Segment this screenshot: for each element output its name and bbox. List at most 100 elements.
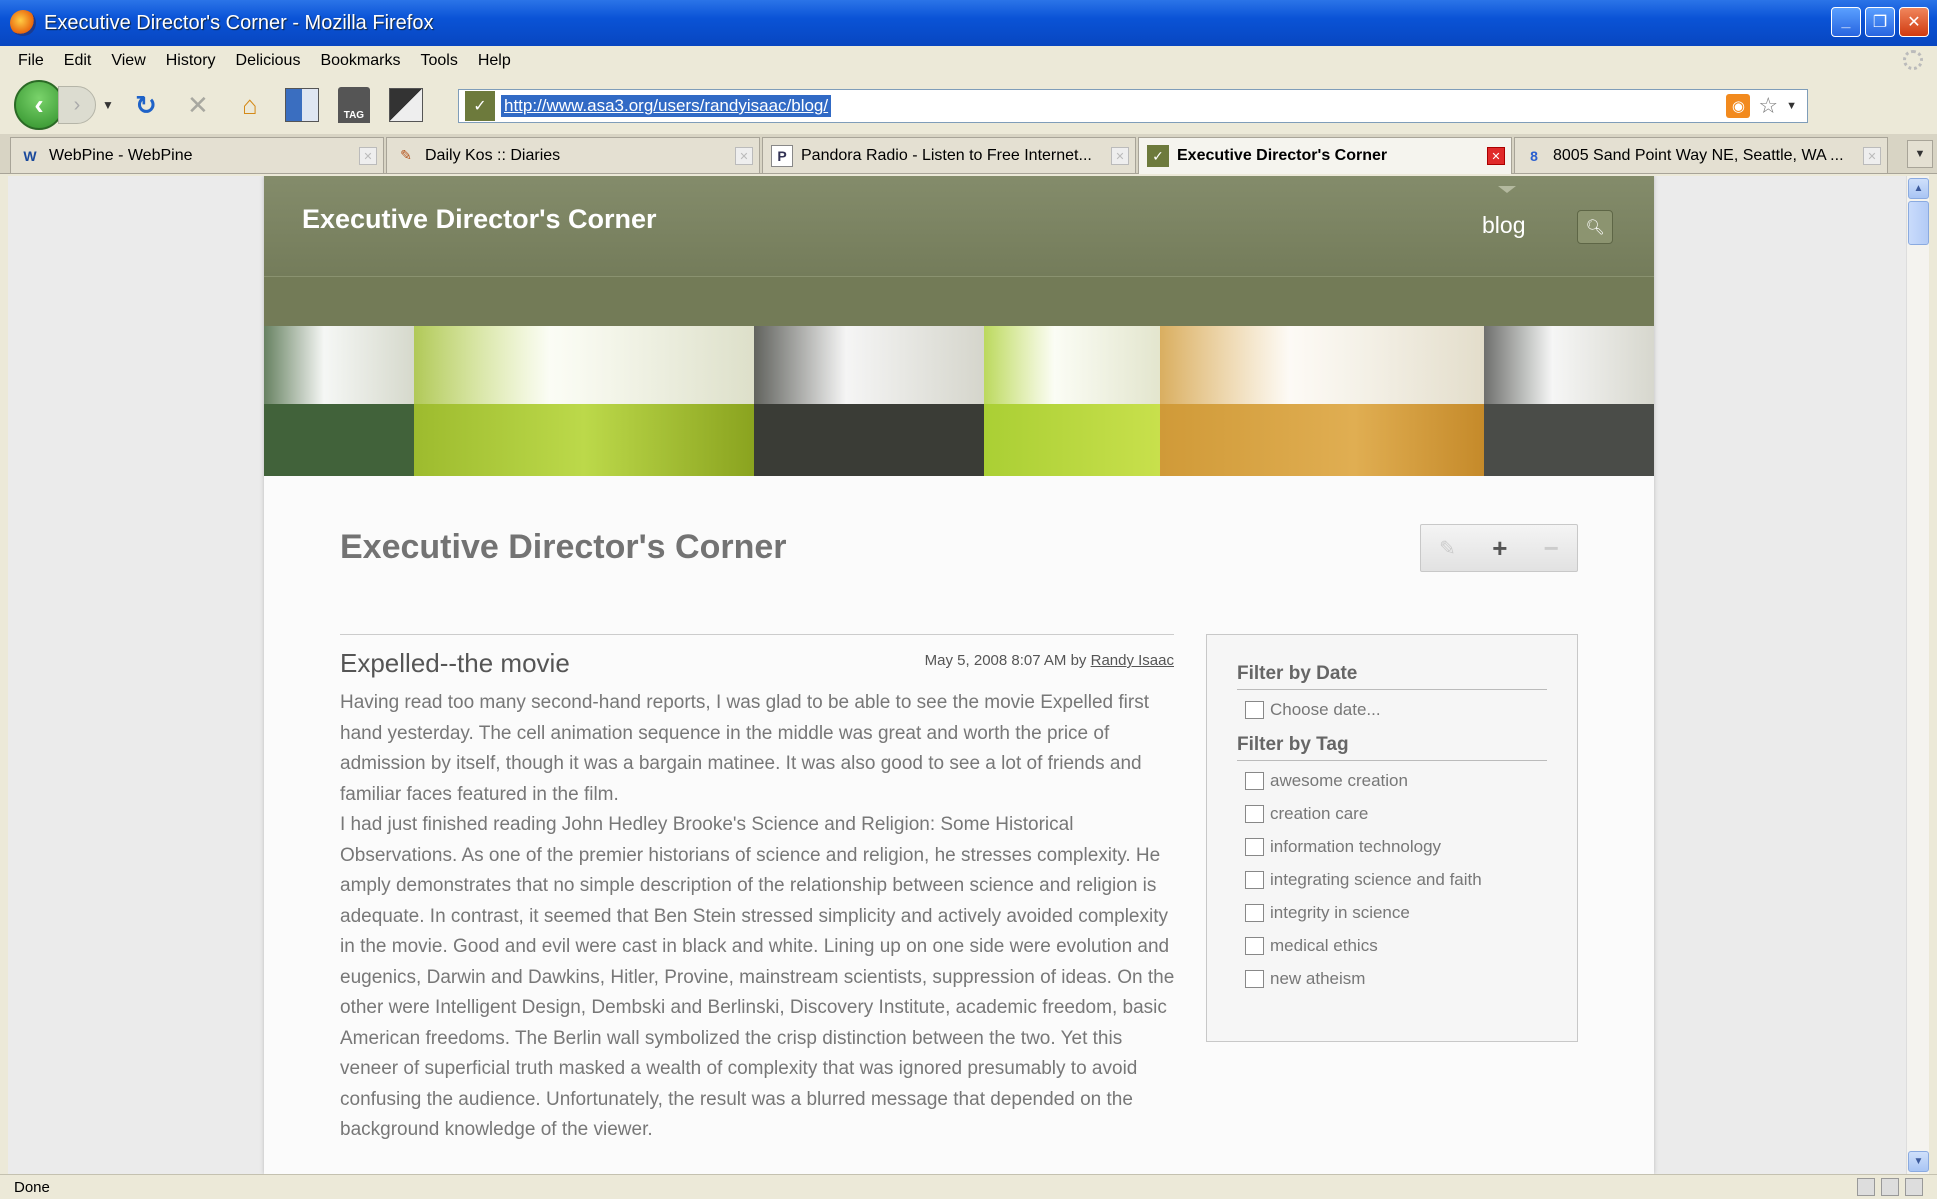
menu-view[interactable]: View: [103, 50, 153, 72]
tab-label: 8005 Sand Point Way NE, Seattle, WA ...: [1553, 146, 1844, 164]
checkbox[interactable]: [1245, 904, 1264, 922]
menu-help[interactable]: Help: [470, 50, 519, 72]
status-addon-icon[interactable]: [1881, 1178, 1899, 1196]
tag-option[interactable]: medical ethics: [1245, 936, 1547, 956]
reload-icon[interactable]: ↻: [127, 86, 165, 124]
all-tabs-dropdown-icon[interactable]: ▼: [1907, 140, 1933, 168]
tab-sand-point-way[interactable]: 8 8005 Sand Point Way NE, Seattle, WA ..…: [1514, 137, 1888, 173]
checkbox[interactable]: [1245, 838, 1264, 856]
vertical-scrollbar[interactable]: ▲ ▼: [1906, 176, 1929, 1174]
tab-executive-directors-corner[interactable]: ✓ Executive Director's Corner ✕: [1138, 137, 1512, 174]
filter-sidebar: Filter by Date Choose date... Filter by …: [1206, 634, 1578, 1042]
tab-pandora[interactable]: P Pandora Radio - Listen to Free Interne…: [762, 137, 1136, 173]
minimize-button[interactable]: _: [1831, 7, 1861, 37]
post-author-link[interactable]: Randy Isaac: [1091, 652, 1174, 669]
status-mail-icon[interactable]: [1905, 1178, 1923, 1196]
tab-close-icon[interactable]: ✕: [735, 147, 753, 165]
filter-date-option[interactable]: Choose date...: [1245, 700, 1547, 720]
site-header: Executive Director's Corner blog 🔍︎: [264, 176, 1654, 326]
tag-option[interactable]: creation care: [1245, 804, 1547, 824]
remove-minus-icon[interactable]: −: [1544, 533, 1559, 564]
tag-option[interactable]: information technology: [1245, 837, 1547, 857]
edit-pencil-icon[interactable]: ✎: [1439, 536, 1456, 561]
close-window-button[interactable]: ✕: [1899, 7, 1929, 37]
checkbox[interactable]: [1245, 772, 1264, 790]
page-viewport: Executive Director's Corner blog 🔍︎ Exec…: [8, 176, 1906, 1174]
forward-button[interactable]: ›: [58, 86, 96, 124]
tag-option[interactable]: new atheism: [1245, 969, 1547, 989]
nav-link-blog[interactable]: blog: [1482, 212, 1525, 239]
book-spine: [984, 326, 1160, 476]
scroll-up-icon[interactable]: ▲: [1908, 178, 1929, 199]
add-plus-icon[interactable]: +: [1492, 533, 1507, 564]
stop-icon[interactable]: ✕: [179, 86, 217, 124]
bookmark-star-icon[interactable]: ☆: [1758, 93, 1778, 119]
menu-file[interactable]: File: [10, 50, 52, 72]
book-spine: [1160, 326, 1484, 476]
menu-edit[interactable]: Edit: [56, 50, 100, 72]
tab-bar: W WebPine - WebPine ✕ ✎ Daily Kos :: Dia…: [0, 134, 1937, 174]
menu-tools[interactable]: Tools: [412, 50, 465, 72]
option-label: information technology: [1270, 837, 1442, 856]
option-label: new atheism: [1270, 969, 1366, 988]
tab-label: Executive Director's Corner: [1177, 147, 1388, 164]
status-text: Done: [14, 1178, 50, 1196]
menu-history[interactable]: History: [158, 50, 224, 72]
search-icon: 🔍︎: [1585, 219, 1605, 236]
tag-option[interactable]: awesome creation: [1245, 771, 1547, 791]
tag-option[interactable]: integrating science and faith: [1245, 870, 1547, 890]
tab-webpine[interactable]: W WebPine - WebPine ✕: [10, 137, 384, 173]
url-text[interactable]: http://www.asa3.org/users/randyisaac/blo…: [501, 95, 832, 117]
scroll-thumb[interactable]: [1908, 201, 1929, 245]
url-bar[interactable]: ✓ http://www.asa3.org/users/randyisaac/b…: [458, 89, 1808, 123]
header-band: [264, 276, 1654, 326]
post-paragraph: Having read too many second-hand reports…: [340, 692, 1150, 805]
site-title[interactable]: Executive Director's Corner: [302, 204, 657, 235]
tab-label: WebPine - WebPine: [49, 146, 193, 164]
book-spine: [1484, 326, 1654, 476]
bookmarks-button[interactable]: [387, 86, 425, 124]
tab-daily-kos[interactable]: ✎ Daily Kos :: Diaries ✕: [386, 137, 760, 173]
asa-favicon-icon: ✓: [1147, 145, 1169, 167]
checkbox[interactable]: [1245, 701, 1264, 719]
bookmarks-icon: [388, 88, 423, 122]
pandora-favicon-icon: P: [771, 144, 793, 167]
post-date: May 5, 2008 8:07 AM by: [924, 652, 1091, 669]
book-spine: [754, 326, 984, 476]
filter-date-heading: Filter by Date: [1237, 663, 1547, 690]
option-label: medical ethics: [1270, 936, 1378, 955]
option-label: creation care: [1270, 804, 1369, 823]
status-network-icon[interactable]: [1857, 1178, 1875, 1196]
status-bar: Done: [0, 1174, 1937, 1199]
page-container: Executive Director's Corner blog 🔍︎ Exec…: [264, 176, 1654, 1174]
search-button[interactable]: 🔍︎: [1577, 210, 1613, 244]
home-icon[interactable]: ⌂: [231, 86, 269, 124]
tab-close-icon[interactable]: ✕: [1487, 147, 1505, 165]
restore-button[interactable]: ❐: [1865, 7, 1895, 37]
edit-toolbar: ✎ + −: [1420, 524, 1578, 572]
tab-close-icon[interactable]: ✕: [359, 147, 377, 165]
tab-label: Pandora Radio - Listen to Free Internet.…: [801, 146, 1092, 164]
checkbox[interactable]: [1245, 937, 1264, 955]
menu-delicious[interactable]: Delicious: [228, 50, 309, 72]
tab-close-icon[interactable]: ✕: [1111, 147, 1129, 165]
checkbox[interactable]: [1245, 805, 1264, 823]
menu-bookmarks[interactable]: Bookmarks: [312, 50, 408, 72]
tag-option[interactable]: integrity in science: [1245, 903, 1547, 923]
checkbox[interactable]: [1245, 970, 1264, 988]
option-label: Choose date...: [1270, 700, 1381, 719]
tag-button[interactable]: TAG: [335, 86, 373, 124]
throbber-icon: [1903, 50, 1923, 70]
post-title[interactable]: Expelled--the movie: [340, 648, 570, 679]
book-spine: [414, 326, 754, 476]
option-label: integrity in science: [1270, 903, 1410, 922]
rss-feed-icon[interactable]: ◉: [1726, 94, 1751, 118]
back-button[interactable]: ‹: [14, 80, 64, 130]
history-dropdown-icon[interactable]: ▼: [102, 98, 114, 112]
tab-close-icon[interactable]: ✕: [1863, 147, 1881, 165]
url-dropdown-icon[interactable]: ▼: [1786, 100, 1797, 112]
sidebar-toggle-button[interactable]: [283, 86, 321, 124]
checkbox[interactable]: [1245, 871, 1264, 889]
scroll-down-icon[interactable]: ▼: [1908, 1151, 1929, 1172]
filter-tag-heading: Filter by Tag: [1237, 734, 1547, 761]
